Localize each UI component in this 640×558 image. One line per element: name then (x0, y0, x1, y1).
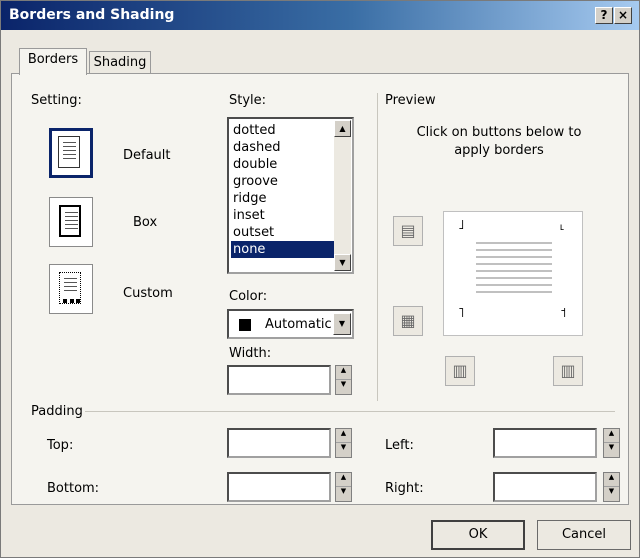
padding-left-field[interactable] (493, 428, 597, 458)
setting-custom-option[interactable] (49, 264, 93, 314)
style-option-outset[interactable]: outset (231, 224, 334, 241)
preview-hint: Click on buttons below to apply borders (416, 125, 582, 158)
style-option-none[interactable]: none (231, 241, 334, 258)
padding-right-label: Right: (385, 481, 424, 496)
padding-label: Padding (31, 404, 83, 419)
tab-shading[interactable]: Shading (89, 51, 151, 73)
setting-box-option[interactable] (49, 197, 93, 247)
preview-label: Preview (385, 93, 436, 108)
left-border-icon[interactable]: ▥ (445, 356, 475, 386)
style-scrollbar[interactable]: ▲ ▼ (334, 120, 351, 271)
padding-divider (85, 411, 615, 412)
padding-right-spinner[interactable]: ▲ ▼ (603, 472, 620, 502)
top-border-icon[interactable]: ▤ (393, 216, 423, 246)
padding-bottom-field[interactable] (227, 472, 331, 502)
color-value: Automatic (265, 317, 332, 332)
window-title: Borders and Shading (9, 7, 175, 23)
style-option-inset[interactable]: inset (231, 207, 334, 224)
scroll-up-icon[interactable]: ▲ (334, 120, 351, 137)
style-listbox[interactable]: dotted dashed double groove ridge inset … (227, 117, 354, 274)
setting-default-option[interactable] (49, 128, 93, 178)
custom-setting-icon (59, 272, 81, 304)
style-option-ridge[interactable]: ridge (231, 190, 334, 207)
width-field[interactable] (227, 365, 331, 395)
bottom-border-icon[interactable]: ▦ (393, 306, 423, 336)
padding-bottom-label: Bottom: (47, 481, 100, 496)
chevron-down-icon[interactable]: ▼ (333, 313, 351, 335)
borders-shading-dialog: Borders and Shading ? × Borders Shading … (0, 0, 640, 558)
default-setting-icon (58, 136, 80, 168)
color-label: Color: (229, 289, 268, 304)
scroll-down-icon[interactable]: ▼ (334, 254, 351, 271)
width-spinner[interactable]: ▲ ▼ (335, 365, 352, 395)
style-option-groove[interactable]: groove (231, 173, 334, 190)
preview-divider (377, 93, 378, 401)
cancel-button[interactable]: Cancel (537, 520, 631, 550)
padding-left-spinner[interactable]: ▲ ▼ (603, 428, 620, 458)
setting-custom-label[interactable]: Custom (123, 286, 173, 301)
style-option-dashed[interactable]: dashed (231, 139, 334, 156)
setting-label: Setting: (31, 93, 82, 108)
padding-right-field[interactable] (493, 472, 597, 502)
close-button[interactable]: × (614, 7, 632, 24)
padding-top-spinner[interactable]: ▲ ▼ (335, 428, 352, 458)
padding-top-field[interactable] (227, 428, 331, 458)
ok-button[interactable]: OK (431, 520, 525, 550)
box-setting-icon (59, 205, 81, 237)
style-label: Style: (229, 93, 267, 108)
padding-top-label: Top: (47, 438, 74, 453)
tab-borders[interactable]: Borders (19, 48, 87, 75)
style-option-double[interactable]: double (231, 156, 334, 173)
setting-box-label[interactable]: Box (133, 215, 157, 230)
padding-bottom-spinner[interactable]: ▲ ▼ (335, 472, 352, 502)
color-swatch (239, 319, 251, 331)
style-option-dotted[interactable]: dotted (231, 122, 334, 139)
preview-page[interactable]: ˩ ˪ ˥ ˦ (443, 211, 583, 336)
width-label: Width: (229, 346, 272, 361)
padding-left-label: Left: (385, 438, 414, 453)
setting-default-label[interactable]: Default (123, 148, 171, 163)
title-bar[interactable]: Borders and Shading ? × (1, 1, 639, 30)
right-border-icon[interactable]: ▥ (553, 356, 583, 386)
help-button[interactable]: ? (595, 7, 613, 24)
